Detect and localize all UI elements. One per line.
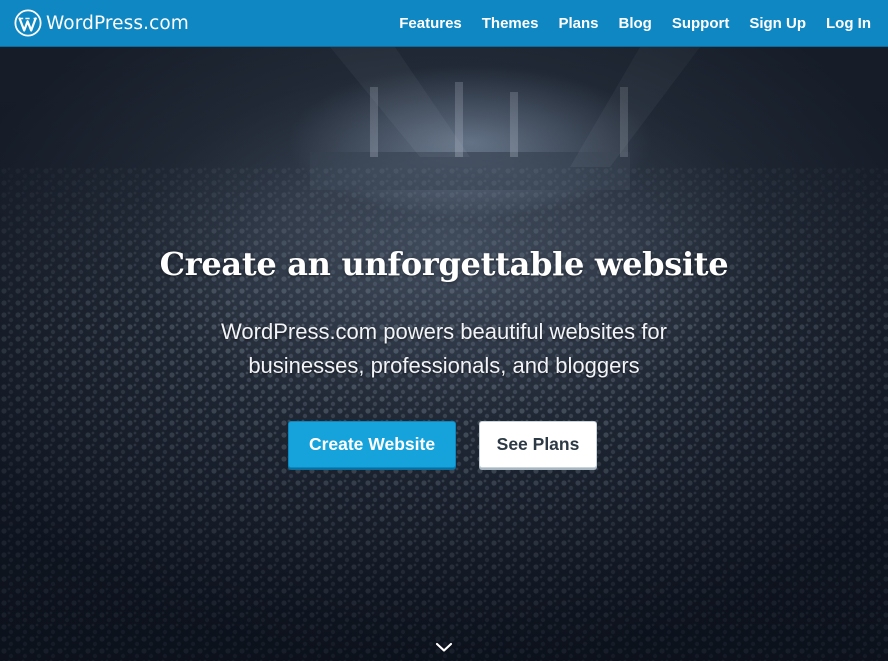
nav-link-plans[interactable]: Plans: [558, 15, 598, 32]
nav-link-features[interactable]: Features: [399, 15, 462, 32]
nav-link-themes[interactable]: Themes: [482, 15, 539, 32]
wordpress-logo-icon: [14, 9, 42, 37]
nav-link-support[interactable]: Support: [672, 15, 730, 32]
hero-subtitle: WordPress.com powers beautiful websites …: [221, 319, 667, 378]
chevron-down-icon[interactable]: [435, 641, 453, 653]
top-navigation-bar: WordPress.com Features Themes Plans Blog…: [0, 0, 888, 47]
hero-section: Create an unforgettable website WordPres…: [0, 47, 888, 661]
nav-link-sign-up[interactable]: Sign Up: [749, 15, 806, 32]
create-website-button[interactable]: Create Website: [288, 421, 456, 468]
main-nav: Features Themes Plans Blog Support Sign …: [399, 15, 871, 32]
brand-home-link[interactable]: WordPress.com: [14, 9, 189, 37]
nav-link-blog[interactable]: Blog: [619, 15, 652, 32]
hero-title: Create an unforgettable website: [159, 245, 729, 283]
see-plans-button[interactable]: See Plans: [479, 421, 597, 468]
brand-name: WordPress.com: [46, 12, 189, 34]
nav-link-log-in[interactable]: Log In: [826, 15, 871, 32]
